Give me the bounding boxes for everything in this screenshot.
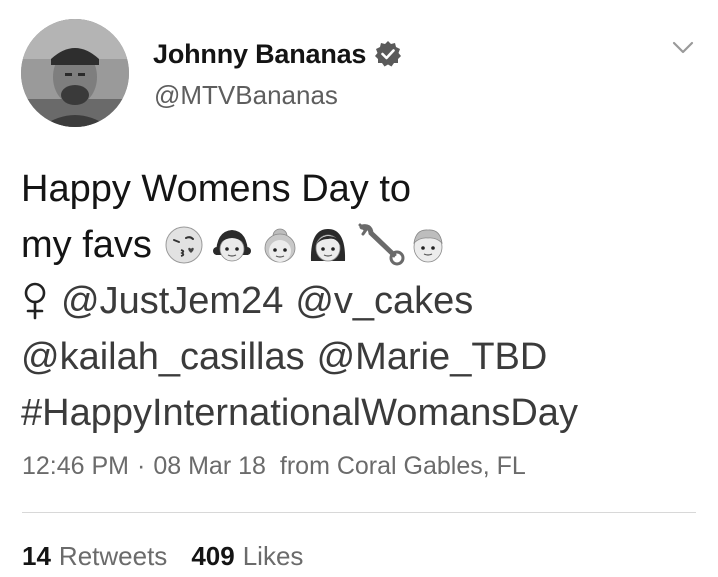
female-sign-icon [24, 282, 46, 320]
retweets-stat[interactable]: 14 Retweets [22, 541, 167, 572]
tweet-time: 12:46 PM [22, 452, 130, 480]
divider [22, 512, 696, 513]
retweets-count: 14 [22, 541, 51, 571]
tweet-line-4: @kailah_casillas @Marie_TBD [21, 329, 691, 385]
tweet-line-5: #HappyInternationalWomansDay [21, 385, 691, 441]
kissing-face-icon [165, 226, 203, 264]
likes-label: Likes [242, 541, 304, 571]
user-name-row: Johnny Bananas [153, 36, 402, 72]
retweets-label: Retweets [58, 541, 168, 571]
user-handle[interactable]: @MTVBananas [154, 80, 338, 111]
profile-photo-icon [21, 19, 129, 127]
tweet-date: 08 Mar 18 [153, 452, 266, 480]
wrench-icon [358, 223, 405, 266]
tweet-line-2: my favs [21, 217, 691, 273]
woman-icon [310, 229, 345, 262]
tweet-line-3: @JustJem24 @v_cakes [21, 273, 691, 329]
hashtag-link[interactable]: #HappyInternationalWomansDay [21, 385, 578, 441]
tweet-stats: 14 Retweets 409 Likes [22, 541, 327, 572]
mention-link[interactable]: @Marie_TBD [317, 329, 548, 385]
tweet-text: Happy Womens Day to my favs @JustJem24 @… [21, 161, 691, 441]
tweet-meta: 12:46 PM · 08 Mar 18 from Coral Gables, … [22, 452, 526, 481]
tweet-text-line1: Happy Womens Day to [21, 168, 412, 210]
mention-link[interactable]: @JustJem24 [61, 273, 283, 329]
tweet-text-favs: my favs [21, 224, 152, 266]
verified-badge-icon [375, 41, 402, 67]
girl-icon [212, 230, 251, 262]
chevron-down-icon[interactable] [671, 38, 695, 56]
boy-icon [413, 229, 443, 263]
meta-separator: · [137, 452, 146, 480]
mention-link[interactable]: @v_cakes [295, 273, 473, 329]
tweet-location[interactable]: from Coral Gables, FL [280, 452, 526, 481]
display-name[interactable]: Johnny Bananas [153, 39, 366, 70]
tweet-line-1: Happy Womens Day to [21, 161, 691, 217]
avatar[interactable] [21, 19, 129, 127]
older-woman-icon [264, 228, 296, 263]
likes-count: 409 [191, 541, 235, 571]
mention-link[interactable]: @kailah_casillas [21, 329, 305, 385]
likes-stat[interactable]: 409 Likes [191, 541, 303, 572]
